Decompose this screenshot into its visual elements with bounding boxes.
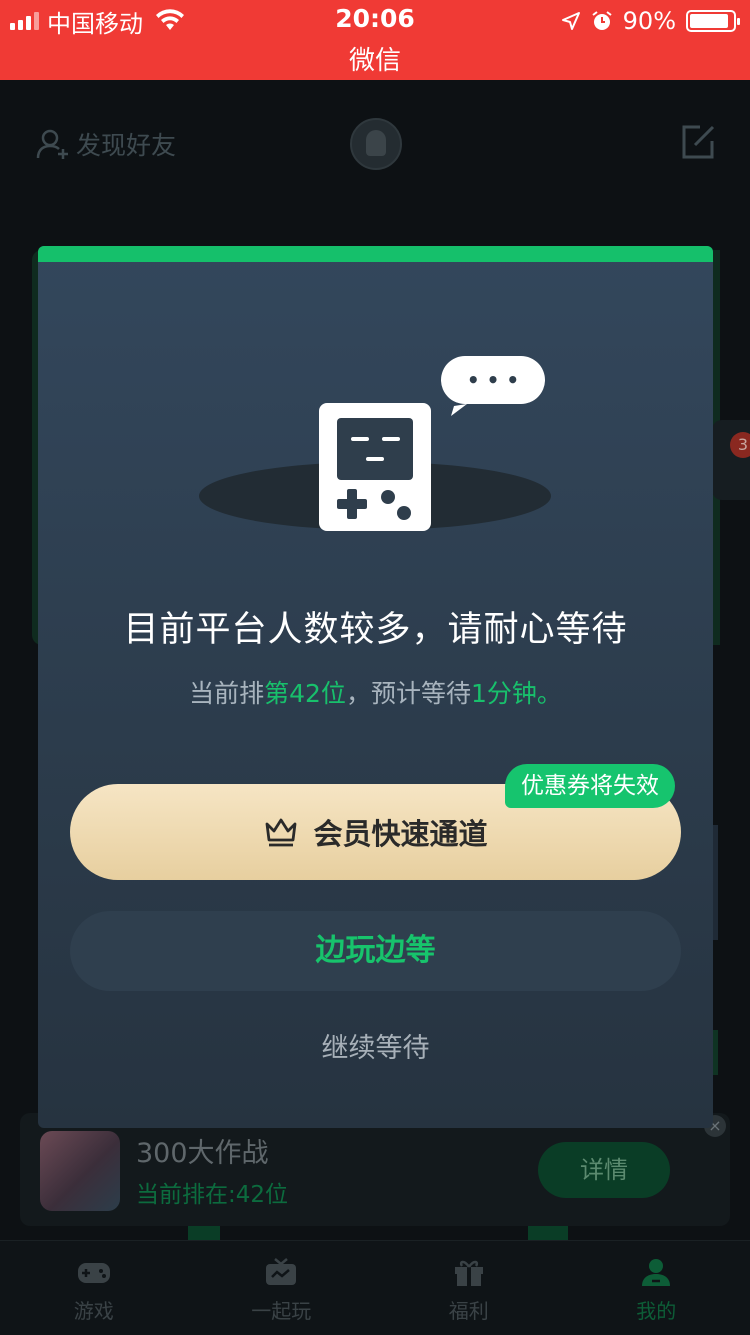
tv-icon <box>264 1257 298 1287</box>
battery-icon <box>686 10 736 32</box>
location-icon <box>561 11 581 31</box>
tab-label: 游戏 <box>74 1295 114 1324</box>
page-header: 发现好友 <box>0 80 750 210</box>
background-tab-peek <box>188 1226 220 1240</box>
background-tab-peek <box>528 1226 568 1240</box>
find-friends-button[interactable]: 发现好友 <box>36 126 176 162</box>
tab-label: 我的 <box>636 1295 676 1324</box>
edit-icon[interactable] <box>680 124 716 160</box>
bottom-tab-bar: 游戏 一起玩 福利 我的 <box>0 1240 750 1335</box>
tab-label: 一起玩 <box>251 1295 311 1324</box>
alarm-icon <box>591 10 613 32</box>
tab-games[interactable]: 游戏 <box>0 1241 188 1335</box>
queue-waiting-dialog: • • • 目前平台人数较多，请耐心等待 当前排第42位，预计等待1分钟。 会员… <box>38 246 713 1128</box>
unread-badge: 3 <box>730 432 750 458</box>
queue-info: 当前排第42位，预计等待1分钟。 <box>38 674 713 710</box>
queue-position: 当前排在:42位 <box>136 1175 288 1209</box>
tab-welfare[interactable]: 福利 <box>375 1241 563 1335</box>
tab-me[interactable]: 我的 <box>563 1241 750 1335</box>
dialog-title: 目前平台人数较多，请耐心等待 <box>38 601 713 652</box>
avatar[interactable] <box>350 118 402 170</box>
queue-info-text: 当前排 <box>189 679 264 708</box>
find-friends-label: 发现好友 <box>76 126 176 162</box>
speech-bubble-dots: • • • <box>467 368 519 392</box>
queue-info-end: 。 <box>537 679 562 708</box>
play-while-waiting-button[interactable]: 边玩边等 <box>70 911 681 991</box>
queue-info-text: ，预计等待 <box>346 679 471 708</box>
person-icon <box>639 1257 673 1287</box>
detail-button[interactable]: 详情 <box>538 1142 670 1198</box>
add-friend-icon <box>36 128 70 160</box>
tab-label: 福利 <box>449 1295 489 1324</box>
vip-button-label: 会员快速通道 <box>313 811 487 853</box>
crown-icon <box>263 816 299 848</box>
queue-status-bar[interactable]: 300大作战 当前排在:42位 详情 × <box>20 1113 730 1226</box>
queue-eta: 1分钟 <box>471 679 537 708</box>
queue-rank: 第42位 <box>264 679 346 708</box>
gift-icon <box>452 1257 486 1287</box>
status-bar: 中国移动 20:06 90% 微信 <box>0 0 750 80</box>
game-name: 300大作战 <box>136 1131 269 1170</box>
game-thumbnail <box>40 1131 120 1211</box>
tab-play-together[interactable]: 一起玩 <box>188 1241 376 1335</box>
continue-waiting-link[interactable]: 继续等待 <box>38 1026 713 1065</box>
battery-percent: 90% <box>623 7 676 35</box>
dialog-accent-bar <box>38 246 713 262</box>
coupon-expiring-badge: 优惠券将失效 <box>505 764 675 808</box>
gamepad-icon <box>77 1257 111 1287</box>
game-console-mascot-icon: • • • <box>198 351 558 541</box>
app-name: 微信 <box>0 40 750 77</box>
chat-float-button[interactable]: 3 <box>712 420 750 500</box>
status-right: 90% <box>561 6 736 36</box>
